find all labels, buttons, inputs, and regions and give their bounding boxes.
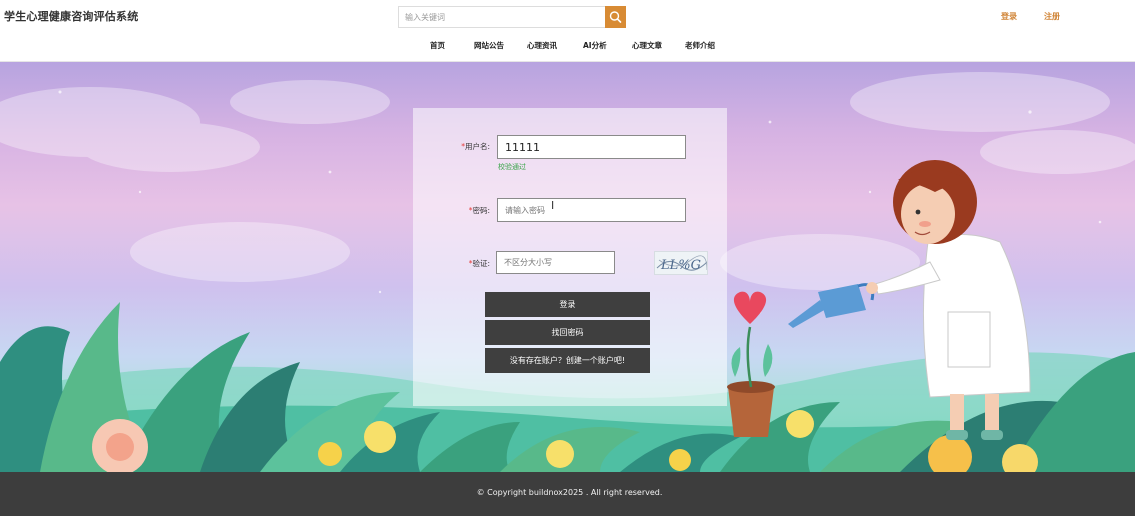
search-icon bbox=[609, 11, 622, 23]
login-button[interactable]: 登录 bbox=[485, 292, 650, 317]
find-password-button[interactable]: 找回密码 bbox=[485, 320, 650, 345]
nav-item-news[interactable]: 心理资讯 bbox=[527, 40, 557, 51]
site-title: 学生心理健康咨询评估系统 bbox=[4, 10, 139, 23]
text-cursor-icon: I bbox=[551, 199, 555, 212]
search-button[interactable] bbox=[605, 6, 626, 28]
top-header: 学生心理健康咨询评估系统 登录 注册 首页 网站公告 心理资讯 AI分析 心理文… bbox=[0, 0, 1135, 62]
page-footer: © Copyright buildnox2025 . All right res… bbox=[0, 472, 1135, 516]
username-input[interactable] bbox=[497, 135, 686, 159]
hero-background: *用户名: 校验通过 *密码: I *验证: LL%G 登录 找回密码 没有存在… bbox=[0, 62, 1135, 472]
nav-item-ai-analysis[interactable]: AI分析 bbox=[583, 40, 607, 51]
login-card: *用户名: 校验通过 *密码: I *验证: LL%G 登录 找回密码 没有存在… bbox=[413, 108, 727, 406]
login-link[interactable]: 登录 bbox=[1001, 11, 1017, 22]
captcha-graphic: LL%G bbox=[656, 255, 707, 273]
nav-item-articles[interactable]: 心理文章 bbox=[632, 40, 662, 51]
captcha-input[interactable] bbox=[496, 251, 615, 274]
search-bar bbox=[398, 6, 627, 28]
create-account-button[interactable]: 没有存在账户？创建一个账户吧! bbox=[485, 348, 650, 373]
password-input[interactable] bbox=[497, 198, 686, 222]
nav-item-teachers[interactable]: 老师介绍 bbox=[685, 40, 715, 51]
username-label: *用户名: bbox=[461, 142, 490, 151]
copyright-text: © Copyright buildnox2025 . All right res… bbox=[476, 488, 663, 497]
nav-item-home[interactable]: 首页 bbox=[430, 40, 445, 51]
main-nav: 首页 网站公告 心理资讯 AI分析 心理文章 老师介绍 bbox=[0, 40, 1135, 54]
captcha-text: LL%G bbox=[660, 258, 701, 273]
captcha-label: *验证: bbox=[468, 259, 490, 268]
captcha-image[interactable]: LL%G bbox=[654, 251, 708, 275]
nav-item-announcements[interactable]: 网站公告 bbox=[474, 40, 504, 51]
register-link[interactable]: 注册 bbox=[1044, 11, 1060, 22]
password-label: *密码: bbox=[468, 206, 490, 215]
username-validation-hint: 校验通过 bbox=[498, 163, 526, 171]
search-input[interactable] bbox=[398, 6, 606, 28]
